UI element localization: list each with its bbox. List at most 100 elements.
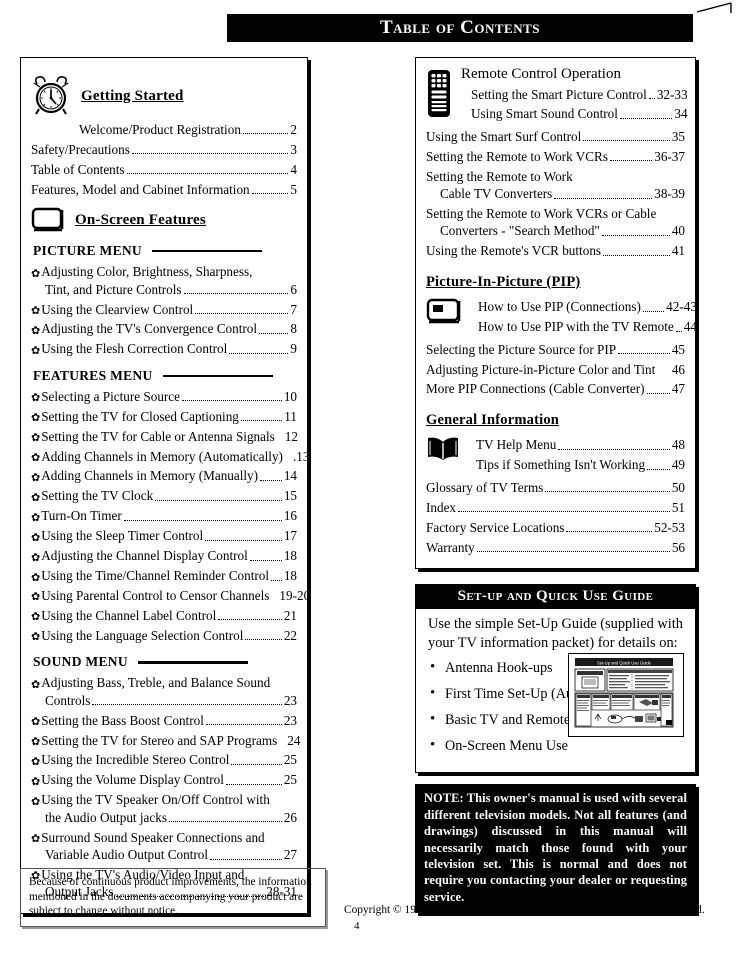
toc-entry[interactable]: Glossary of TV Terms 50 — [426, 479, 685, 496]
toc-leader-dots — [285, 460, 291, 461]
toc-entry-page: 10 — [283, 388, 297, 404]
toc-entry[interactable]: Adjusting Picture-in-Picture Color and T… — [426, 361, 685, 378]
toc-entry-page: 32-33 — [656, 86, 688, 102]
toc-entry-label: Using the Sleep Timer Control — [41, 528, 204, 544]
toc-leader-dots — [218, 618, 282, 621]
toc-entry[interactable]: Controls 23 — [31, 692, 297, 709]
toc-entry[interactable]: Surround Sound Speaker Connections and — [31, 829, 297, 846]
toc-leader-dots — [271, 579, 282, 581]
toc-entry[interactable]: Using the Smart Surf Control 35 — [426, 128, 685, 145]
toc-entry[interactable]: Setting the Bass Boost Control 23 — [31, 712, 297, 729]
toc-entry[interactable]: Using the Clearview Control 7 — [31, 301, 297, 318]
toc-entry-label: Adjusting Bass, Treble, and Balance Soun… — [41, 675, 271, 691]
toc-entry[interactable]: Setting the TV for Closed Captioning 11 — [31, 408, 297, 425]
note-text: NOTE: This owner's manual is used with s… — [424, 791, 687, 904]
toc-entry[interactable]: Safety/Precautions 3 — [31, 141, 297, 158]
toc-entry[interactable]: Selecting a Picture Source 10 — [31, 388, 297, 405]
toc-entry-label: Using the Time/Channel Reminder Control — [41, 568, 270, 584]
toc-entry[interactable]: Adjusting Color, Brightness, Sharpness, — [31, 263, 297, 280]
toc-entry[interactable]: Using the Flesh Correction Control 9 — [31, 340, 297, 357]
toc-entry[interactable]: Adding Channels in Memory (Automatically… — [31, 448, 309, 465]
toc-entry[interactable]: Adjusting the Channel Display Control 18 — [31, 547, 297, 564]
toc-entry[interactable]: Setting the TV for Cable or Antenna Sign… — [31, 428, 298, 445]
toc-entry-label: Factory Service Locations — [426, 519, 565, 535]
toc-entry-label: Tips if Something Isn't Working — [476, 457, 646, 473]
toc-entry[interactable]: Adding Channels in Memory (Manually) 14 — [31, 467, 297, 484]
toc-entry[interactable]: Table of Contents 4 — [31, 161, 297, 178]
toc-leader-dots — [647, 468, 670, 470]
toc-entry[interactable]: Variable Audio Output Control 27 — [31, 846, 297, 863]
note-box: NOTE: This owner's manual is used with s… — [415, 784, 696, 914]
toc-leader-dots — [205, 539, 282, 541]
toc-icon-entry-group: TV Help Menu 48 Tips if Something Isn't Wo… — [426, 434, 685, 476]
toc-leader-dots — [168, 820, 282, 823]
toc-entry[interactable]: Turn-On Timer 16 — [31, 507, 297, 524]
toc-entry[interactable]: Cable TV Converters 38-39 — [426, 185, 685, 202]
toc-section-heading: On-Screen Features — [31, 207, 297, 233]
toc-entry[interactable]: Converters - "Search Method" 40 — [426, 222, 685, 239]
toc-entry-label: More PIP Connections (Cable Converter) — [426, 381, 645, 397]
toc-entry[interactable]: Tips if Something Isn't Working 49 — [468, 456, 685, 473]
toc-entry[interactable]: Setting the Smart Picture Control 32-33 — [461, 86, 688, 103]
alarm-clock-icon — [31, 75, 71, 117]
toc-entry-label: Using the Language Selection Control — [41, 627, 244, 643]
toc-submenu-heading: SOUND MENU — [33, 654, 297, 670]
toc-entry[interactable]: Setting the TV Clock 15 — [31, 487, 297, 504]
toc-entry[interactable]: Warranty 56 — [426, 539, 685, 556]
toc-entry[interactable]: Index 51 — [426, 499, 685, 516]
toc-entry-page: 24 — [287, 732, 301, 748]
toc-entry-page: 23 — [283, 692, 297, 708]
toc-entry-page: 26 — [283, 809, 297, 825]
toc-entry[interactable]: Using the Incredible Stereo Control 25 — [31, 751, 297, 768]
toc-entry[interactable]: the Audio Output jacks 26 — [31, 809, 297, 826]
toc-entry-page: 6 — [290, 281, 297, 297]
toc-entry-label: Adjusting Color, Brightness, Sharpness, — [41, 264, 253, 280]
toc-section-heading-label: Getting Started — [81, 87, 184, 104]
toc-entry[interactable]: Setting the Remote to Work VCRs or Cable — [426, 205, 685, 222]
toc-entry[interactable]: Using the Channel Label Control 21 — [31, 607, 297, 624]
toc-leader-dots — [123, 519, 282, 521]
toc-entry-page: 35 — [671, 128, 685, 144]
toc-entry-page: 52-53 — [654, 519, 685, 535]
page-footer: Copyright © 1998 Philips Consumer Electr… — [344, 903, 734, 934]
toc-entry-label: Using Parental Control to Censor Channel… — [41, 588, 270, 604]
toc-leader-dots — [583, 139, 670, 142]
page-number: 4 — [354, 919, 360, 932]
toc-submenu-heading-label: PICTURE MENU — [33, 243, 142, 259]
toc-entry[interactable]: Adjusting Bass, Treble, and Balance Soun… — [31, 674, 297, 691]
toc-entry[interactable]: Using the Volume Display Control 25 — [31, 771, 297, 788]
toc-leader-dots — [183, 292, 289, 295]
toc-entry-page: 8 — [290, 321, 297, 337]
toc-entry[interactable]: Adjusting the TV's Convergence Control 8 — [31, 320, 297, 337]
toc-entry[interactable]: Using the Time/Channel Reminder Control 1… — [31, 567, 297, 584]
toc-entry[interactable]: Factory Service Locations 52-53 — [426, 519, 685, 536]
toc-entry[interactable]: How to Use PIP with the TV Remote 44 — [470, 318, 697, 335]
toc-entry[interactable]: How to Use PIP (Connections) 42-43 — [470, 298, 697, 315]
toc-entry-label: Setting the TV for Closed Captioning — [41, 408, 239, 424]
toc-entry-page: 18 — [283, 548, 297, 564]
toc-entry-page: 50 — [671, 479, 685, 495]
toc-leader-dots — [675, 330, 682, 332]
toc-entry[interactable]: Welcome/Product Registration 2 — [31, 121, 297, 138]
toc-entry[interactable]: Setting the Remote to Work — [426, 168, 685, 185]
toc-leader-dots — [229, 352, 289, 354]
toc-entry[interactable]: Using the Sleep Timer Control 17 — [31, 527, 297, 544]
toc-leader-dots — [657, 373, 670, 374]
toc-entry[interactable]: Using the TV Speaker On/Off Control with — [31, 791, 297, 808]
toc-entry[interactable]: More PIP Connections (Cable Converter) 47 — [426, 380, 685, 397]
toc-entry[interactable]: Setting the Remote to Work VCRs 36-37 — [426, 148, 685, 165]
toc-entry-label: Using the Incredible Stereo Control — [41, 752, 230, 768]
toc-entry-group: Remote Control Operation Setting the Smar… — [461, 66, 688, 125]
toc-entry[interactable]: Selecting the Picture Source for PIP 45 — [426, 341, 685, 358]
toc-entry-page: 18 — [283, 568, 297, 584]
toc-entry[interactable]: Using Parental Control to Censor Channel… — [31, 587, 310, 604]
toc-entry-page: 14 — [283, 468, 297, 484]
toc-entry[interactable]: TV Help Menu 48 — [468, 436, 685, 453]
toc-entry[interactable]: Setting the TV for Stereo and SAP Progra… — [31, 732, 301, 749]
toc-entry[interactable]: Tint, and Picture Controls 6 — [31, 281, 297, 298]
toc-leader-dots — [155, 499, 282, 501]
toc-entry[interactable]: Using the Language Selection Control 22 — [31, 627, 297, 644]
toc-entry[interactable]: Features, Model and Cabinet Information 5 — [31, 181, 297, 198]
toc-entry[interactable]: Using Smart Sound Control 34 — [461, 105, 688, 122]
toc-entry[interactable]: Using the Remote's VCR buttons 41 — [426, 242, 685, 259]
